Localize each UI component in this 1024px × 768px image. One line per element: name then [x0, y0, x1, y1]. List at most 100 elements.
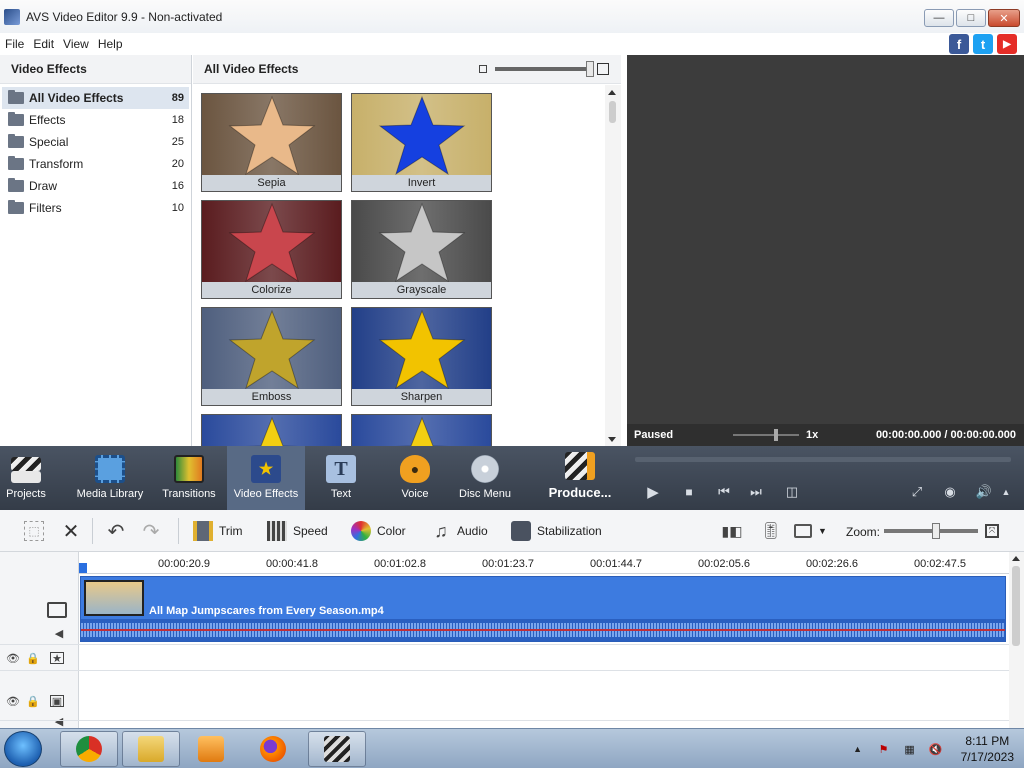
ruler-tick-label: 00:01:23.7: [482, 558, 534, 570]
fullscreen-icon[interactable]: ⤢: [908, 484, 926, 500]
scroll-thumb[interactable]: [609, 101, 616, 123]
voice-button[interactable]: ● Voice: [390, 446, 440, 510]
video-clip[interactable]: All Map Jumpscares from Every Season.mp4: [80, 576, 1006, 642]
audio-mute-icon[interactable]: ◀: [52, 627, 66, 640]
lock-icon[interactable]: 🔒: [26, 652, 40, 665]
lock-icon[interactable]: 🔒: [26, 695, 40, 708]
text-button[interactable]: T Text: [315, 446, 367, 510]
effect-tile[interactable]: Colorize: [201, 200, 342, 299]
category-count: 18: [171, 114, 184, 126]
video-preview[interactable]: [627, 55, 1024, 424]
slider-track[interactable]: [495, 61, 594, 77]
taskbar-video-editor[interactable]: [308, 731, 366, 767]
fit-timeline-button[interactable]: ⤧: [985, 520, 1005, 542]
playback-speed-slider[interactable]: [733, 434, 799, 436]
star-icon: [228, 202, 315, 282]
effect-tile[interactable]: Sharpen: [351, 307, 492, 406]
transitions-button[interactable]: Transitions: [158, 446, 220, 510]
playback-speed: 1x: [806, 429, 819, 441]
category-draw[interactable]: Draw 16: [2, 175, 189, 197]
color-button[interactable]: Color: [351, 520, 406, 542]
twitter-icon[interactable]: t: [973, 34, 993, 54]
small-thumbnails-icon[interactable]: [479, 65, 487, 73]
large-thumbnails-icon[interactable]: [597, 63, 609, 75]
play-icon[interactable]: ▶: [644, 484, 662, 501]
display-mode-button[interactable]: ▼: [794, 520, 827, 542]
zoom-slider-track[interactable]: [884, 529, 978, 533]
scroll-thumb[interactable]: [1012, 566, 1020, 646]
scroll-up-arrow-icon[interactable]: [608, 90, 616, 95]
edit-toolbar: ⬚ ✕ ↶ ↷ Trim Speed Color ♫ Audio Stabiliz…: [0, 510, 1024, 552]
taskbar-firefox[interactable]: [244, 731, 302, 767]
facebook-icon[interactable]: f: [949, 34, 969, 54]
minimize-button[interactable]: —: [924, 9, 954, 27]
redo-button[interactable]: ↷: [141, 520, 167, 543]
menu-file[interactable]: File: [1, 37, 28, 51]
volume-muted-icon[interactable]: 🔇: [929, 742, 943, 756]
category-all-video-effects[interactable]: All Video Effects 89: [2, 87, 189, 109]
zoom-slider-thumb[interactable]: [932, 523, 940, 539]
audio-mixer-button[interactable]: 🎚: [761, 520, 787, 542]
volume-menu-icon[interactable]: ▲: [999, 484, 1013, 500]
next-frame-icon[interactable]: ⏭: [747, 484, 765, 500]
action-center-icon[interactable]: ⚑: [877, 742, 891, 756]
clock[interactable]: 8:11 PM 7/17/2023: [961, 733, 1014, 765]
speed-slider-thumb[interactable]: [774, 429, 778, 441]
scroll-down-arrow-icon[interactable]: [608, 437, 616, 442]
scroll-up-arrow-icon[interactable]: [1012, 556, 1020, 561]
video-effects-button[interactable]: ★ Video Effects: [227, 446, 305, 510]
produce-button[interactable]: Produce...: [546, 446, 614, 510]
visibility-eye-icon[interactable]: 👁: [6, 695, 20, 708]
disc-menu-button[interactable]: Disc Menu: [456, 446, 514, 510]
speed-button[interactable]: Speed: [267, 520, 328, 542]
media-library-button[interactable]: Media Library: [72, 446, 148, 510]
effect-tile[interactable]: Emboss: [201, 307, 342, 406]
effect-tile[interactable]: Invert: [351, 93, 492, 192]
category-transform[interactable]: Transform 20: [2, 153, 189, 175]
thumbnail-size-slider[interactable]: [479, 61, 609, 77]
category-filters[interactable]: Filters 10: [2, 197, 189, 219]
menu-edit[interactable]: Edit: [29, 37, 58, 51]
audio-mute-icon[interactable]: ◀: [52, 715, 66, 728]
show-hidden-icons-icon[interactable]: ▲: [851, 742, 865, 756]
effects-scrollbar[interactable]: [605, 85, 621, 446]
visibility-eye-icon[interactable]: 👁: [6, 652, 20, 665]
network-icon[interactable]: ▦: [903, 742, 917, 756]
maximize-button[interactable]: □: [956, 9, 986, 27]
select-tool-button[interactable]: ⬚: [24, 520, 50, 542]
taskbar-file-explorer[interactable]: [122, 731, 180, 767]
category-special[interactable]: Special 25: [2, 131, 189, 153]
timeline[interactable]: ◀ 👁 🔒 ★ 👁 🔒 ▣ ◀ 00:00:20.9 00:00:41.8 00…: [0, 552, 1024, 728]
delete-button[interactable]: ✕: [61, 520, 87, 543]
taskbar-media-player[interactable]: [182, 731, 240, 767]
volume-icon[interactable]: 🔊: [974, 484, 994, 500]
menu-view[interactable]: View: [59, 37, 93, 51]
close-button[interactable]: ✕: [988, 9, 1020, 27]
taskbar-chrome[interactable]: [60, 731, 118, 767]
effect-tile[interactable]: Sepia: [201, 93, 342, 192]
effect-tile[interactable]: [351, 414, 492, 446]
snapshot-icon[interactable]: ◉: [940, 484, 960, 500]
menu-help[interactable]: Help: [94, 37, 127, 51]
undo-button[interactable]: ↶: [106, 520, 132, 543]
playhead[interactable]: [79, 563, 87, 573]
projects-button[interactable]: Projects: [0, 446, 52, 510]
playback-progress-bar[interactable]: [635, 457, 1011, 462]
stabilization-button[interactable]: Stabilization: [511, 520, 602, 542]
audio-button[interactable]: ♫ Audio: [431, 520, 487, 542]
slider-thumb[interactable]: [586, 61, 594, 77]
split-screen-icon[interactable]: ◫: [781, 484, 803, 500]
trim-button[interactable]: Trim: [193, 520, 243, 542]
previous-frame-icon[interactable]: ⏮: [715, 484, 733, 500]
effect-preview: [352, 201, 491, 282]
effect-tile[interactable]: Grayscale: [351, 200, 492, 299]
stop-icon[interactable]: ■: [680, 484, 698, 500]
star-icon: [229, 416, 314, 446]
start-button[interactable]: [4, 731, 42, 767]
category-effects[interactable]: Effects 18: [2, 109, 189, 131]
effect-tile[interactable]: [201, 414, 342, 446]
timeline-ruler[interactable]: 00:00:20.9 00:00:41.8 00:01:02.8 00:01:2…: [79, 552, 1009, 574]
snap-button[interactable]: ▮◧: [722, 520, 748, 542]
youtube-icon[interactable]: ▶: [997, 34, 1017, 54]
timeline-scrollbar[interactable]: [1009, 552, 1024, 728]
